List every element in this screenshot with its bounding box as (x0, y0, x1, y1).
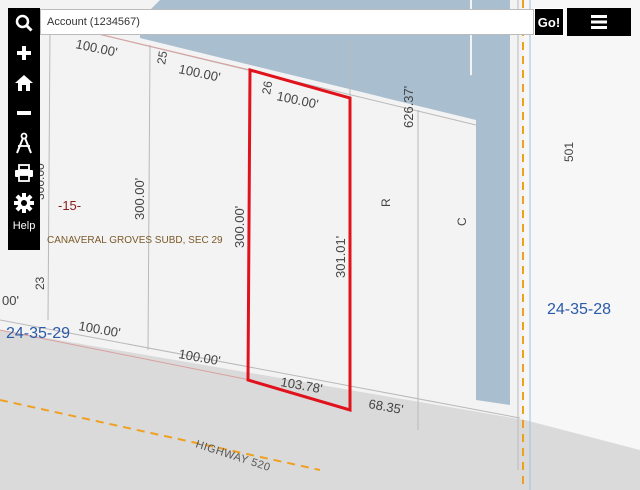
parcel-code-c: C (455, 217, 469, 226)
home-button[interactable] (8, 68, 40, 98)
print-icon (15, 164, 33, 182)
measure-button[interactable] (8, 128, 40, 158)
help-link[interactable]: Help (13, 220, 36, 232)
home-icon (15, 75, 33, 91)
section-label-left: 24-35-29 (6, 325, 70, 342)
menu-button[interactable] (567, 8, 631, 36)
hamburger-menu-icon (591, 15, 607, 29)
dim-depth-left: 300.00' (132, 178, 147, 220)
measure-icon (16, 132, 32, 154)
zoom-out-icon (17, 111, 31, 115)
account-search-input[interactable] (41, 11, 533, 33)
search-icon (15, 14, 33, 32)
print-button[interactable] (8, 158, 40, 188)
parcel-code-501: 501 (562, 142, 576, 162)
dim-side-right: 626.37' (401, 86, 416, 128)
map-toolbar: Help (8, 8, 40, 250)
settings-icon (14, 193, 34, 213)
parcel-501 (524, 0, 640, 490)
subdivision-label: CANAVERAL GROVES SUBD, SEC 29 (47, 235, 223, 246)
lot-number-25: 25 (154, 50, 170, 66)
dim-depth-lot26: 301.01' (333, 236, 348, 278)
dim-edge-left-bottom: 00' (2, 293, 19, 308)
section-label-right: 24-35-28 (547, 301, 611, 318)
zoom-in-button[interactable] (8, 38, 40, 68)
settings-button[interactable] (8, 188, 40, 218)
parcel-code-r: R (379, 198, 393, 207)
section-number-label: -15- (58, 198, 81, 213)
dim-depth-lot25: 300.00' (232, 206, 247, 248)
go-button[interactable]: Go! (534, 8, 564, 36)
zoom-out-button[interactable] (8, 98, 40, 128)
lot-number-26: 26 (259, 80, 275, 96)
lot-number-23: 23 (33, 276, 47, 290)
account-search-box (40, 9, 534, 35)
search-tool-button[interactable] (8, 8, 40, 38)
parcel-map[interactable]: 100.00' 100.00' 100.00' 25 26 23 300.00'… (0, 0, 640, 490)
zoom-in-icon (17, 46, 31, 60)
